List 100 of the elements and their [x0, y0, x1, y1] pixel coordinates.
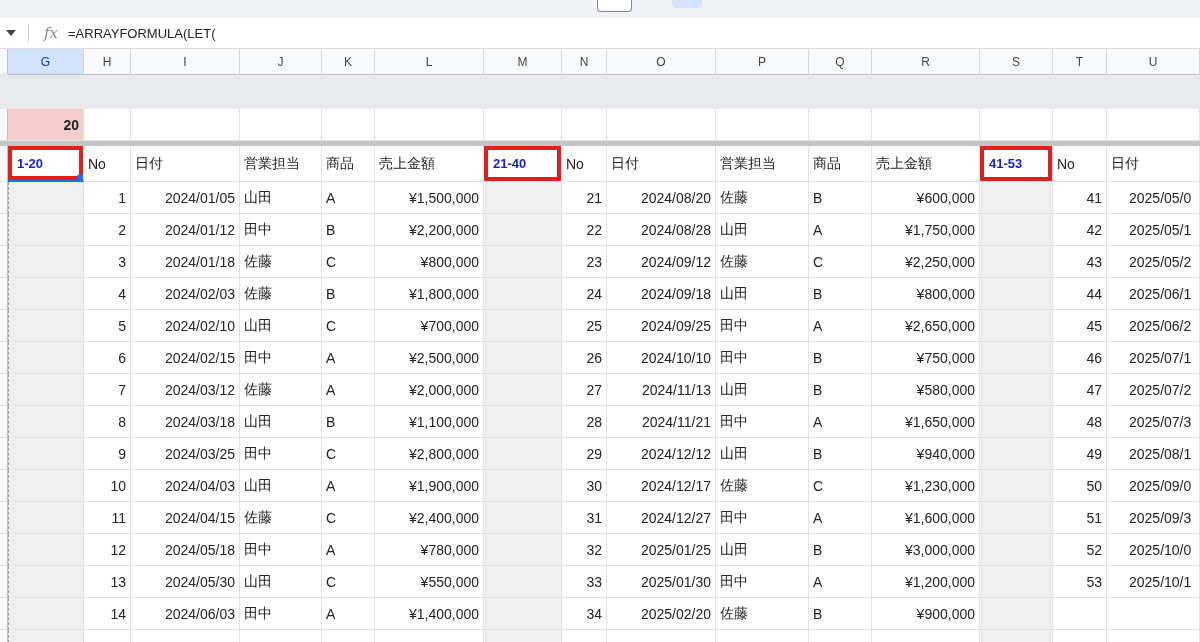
table-cell: 7 [84, 374, 131, 406]
row-header[interactable] [0, 246, 8, 278]
table-cell: 2025/07/2 [1107, 374, 1200, 406]
table-cell: 6 [84, 342, 131, 374]
table-cell: 2025/07/3 [1107, 406, 1200, 438]
row-header[interactable] [0, 342, 8, 374]
table-cell: 田中 [240, 438, 322, 470]
table-cell: 田中 [240, 342, 322, 374]
range-label[interactable]: 1-20 [8, 146, 84, 182]
table-cell: 14 [84, 598, 131, 630]
column-header[interactable]: G [8, 49, 84, 75]
table-cell: 2024/06/03 [131, 598, 240, 630]
table-cell: 山田 [240, 310, 322, 342]
column-header[interactable]: I [131, 49, 240, 75]
toolbar-button[interactable] [597, 0, 632, 12]
table-cell: C [322, 310, 375, 342]
table-cell: A [809, 214, 872, 246]
table-cell: B [322, 214, 375, 246]
column-header[interactable]: T [1053, 49, 1107, 75]
caret-icon[interactable] [6, 30, 16, 36]
row-header[interactable] [0, 406, 8, 438]
table-header-cell: 商品 [809, 146, 872, 182]
row-header[interactable] [0, 598, 8, 630]
table-cell: 田中 [716, 310, 809, 342]
table-cell: 5 [84, 310, 131, 342]
table-header-cell: No [84, 146, 131, 182]
table-cell: 2024/12/17 [607, 470, 716, 502]
table-cell: 田中 [240, 214, 322, 246]
table-cell: 佐藤 [716, 470, 809, 502]
table-cell: 22 [562, 214, 607, 246]
range-label[interactable]: 41-53 [980, 146, 1053, 182]
row-header[interactable] [0, 49, 8, 75]
table-header-cell: 日付 [607, 146, 716, 182]
table-cell: 45 [1053, 310, 1107, 342]
table-header-cell: No [562, 146, 607, 182]
range-label[interactable]: 21-40 [484, 146, 562, 182]
row-header[interactable] [0, 470, 8, 502]
table-cell: C [322, 438, 375, 470]
row-header[interactable] [0, 214, 8, 246]
table-cell: 13 [84, 566, 131, 598]
row-header[interactable] [0, 566, 8, 598]
table-cell: A [809, 310, 872, 342]
column-header[interactable]: J [240, 49, 322, 75]
table-header-cell: 日付 [1107, 146, 1200, 182]
table-cell: 2024/09/18 [607, 278, 716, 310]
table-cell: 26 [562, 342, 607, 374]
table-cell: 2025/05/0 [1107, 182, 1200, 214]
row-header[interactable] [0, 374, 8, 406]
table-cell: 田中 [716, 342, 809, 374]
column-header[interactable]: P [716, 49, 809, 75]
column-header[interactable]: Q [809, 49, 872, 75]
row-header[interactable] [0, 109, 8, 141]
column-header[interactable]: O [607, 49, 716, 75]
column-header[interactable]: L [375, 49, 484, 75]
column-header[interactable]: H [84, 49, 131, 75]
table-cell: 1 [84, 182, 131, 214]
column-header[interactable]: U [1107, 49, 1200, 75]
table-cell: 佐藤 [240, 278, 322, 310]
row-header[interactable] [0, 534, 8, 566]
column-header[interactable]: N [562, 49, 607, 75]
column-header[interactable]: M [484, 49, 562, 75]
table-cell: B [809, 438, 872, 470]
row-header[interactable] [0, 182, 8, 214]
table-cell: B [322, 406, 375, 438]
table-cell: A [322, 182, 375, 214]
table-cell: 2024/09/12 [607, 246, 716, 278]
table-cell: 田中 [716, 566, 809, 598]
table-cell: C [322, 566, 375, 598]
table-cell: 2024/01/05 [131, 182, 240, 214]
table-cell: 2024/01/12 [131, 214, 240, 246]
row-header[interactable] [0, 146, 8, 182]
column-header[interactable]: S [980, 49, 1053, 75]
column-header[interactable]: K [322, 49, 375, 75]
table-cell: 佐藤 [240, 502, 322, 534]
row-header[interactable] [0, 278, 8, 310]
table-cell: B [809, 534, 872, 566]
selection-handle[interactable] [77, 174, 83, 180]
table-cell: 山田 [716, 214, 809, 246]
table-cell: 8 [84, 406, 131, 438]
table-cell [1053, 598, 1107, 630]
table-cell: A [322, 374, 375, 406]
table-header-cell: 売上金額 [375, 146, 484, 182]
table-cell: 2024/01/18 [131, 246, 240, 278]
table-cell: 田中 [240, 598, 322, 630]
table-cell: 佐藤 [240, 246, 322, 278]
table-cell: 49 [1053, 438, 1107, 470]
table-cell: 2024/04/15 [131, 502, 240, 534]
formula-text[interactable]: =ARRAYFORMULA(LET( [68, 25, 216, 41]
table-cell: 2025/02/20 [607, 598, 716, 630]
row-header[interactable] [0, 438, 8, 470]
column-header[interactable]: R [872, 49, 980, 75]
table-cell: 2024/02/03 [131, 278, 240, 310]
table-cell: 山田 [716, 534, 809, 566]
row-header[interactable] [0, 310, 8, 342]
table-cell: C [322, 246, 375, 278]
row-header[interactable] [0, 502, 8, 534]
table-cell: 52 [1053, 534, 1107, 566]
table-cell: 2024/08/28 [607, 214, 716, 246]
table-cell: 23 [562, 246, 607, 278]
table-cell: 2025/06/2 [1107, 310, 1200, 342]
